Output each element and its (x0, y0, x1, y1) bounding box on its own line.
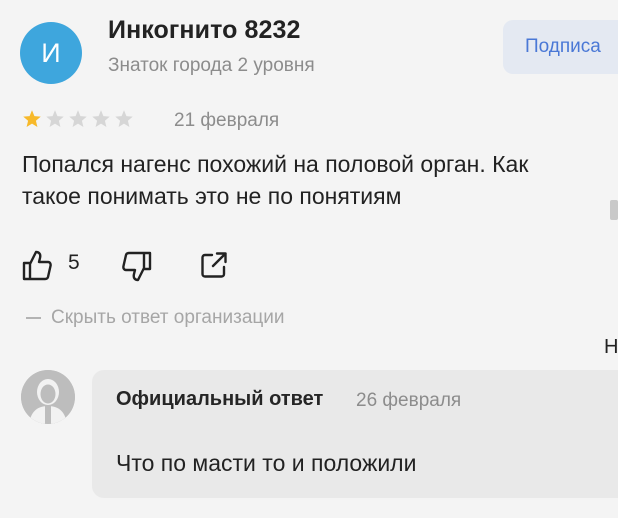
thumbs-up-icon[interactable] (20, 248, 54, 282)
official-answer-date: 26 февраля (356, 390, 462, 411)
organization-silhouette-icon (21, 370, 75, 424)
review-date: 21 февраля (174, 110, 280, 131)
author-name[interactable]: Инкогнито 8232 (108, 16, 301, 45)
like-count: 5 (68, 251, 80, 274)
share-icon[interactable] (198, 249, 230, 281)
author-level: Знаток города 2 уровня (108, 55, 315, 76)
subscribe-label: Подписа (525, 36, 601, 57)
official-answer-text: Что по масти то и положили (116, 450, 417, 476)
official-answer-title: Официальный ответ (116, 388, 324, 410)
star-empty-icon (46, 110, 64, 127)
author-avatar[interactable]: И (20, 22, 82, 84)
organization-avatar (21, 370, 75, 424)
author-initial: И (41, 37, 61, 68)
hide-answer-label: Скрыть ответ организации (51, 307, 285, 328)
rating-stars (22, 109, 134, 129)
thumbs-down-icon[interactable] (120, 250, 154, 284)
right-edge-marker (610, 200, 618, 220)
star-empty-icon (92, 110, 110, 127)
cropped-edge-text: Н (604, 336, 618, 358)
star-empty-icon (69, 110, 87, 127)
star-empty-icon (115, 110, 133, 127)
hide-answer-link[interactable]: Скрыть ответ организации (26, 307, 285, 329)
dash-icon (26, 317, 41, 319)
review-text: Попался нагенс похожий на половой орган.… (22, 151, 529, 209)
subscribe-button[interactable]: Подписа (503, 20, 618, 74)
star-filled-icon (23, 110, 41, 127)
